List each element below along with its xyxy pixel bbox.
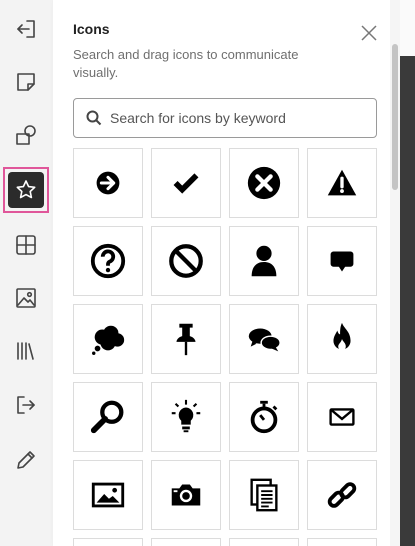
icon-tile-speech-bubble[interactable]: [307, 226, 377, 296]
canvas-edge-top: [400, 0, 415, 56]
icons-button-inner: [8, 172, 44, 208]
magnifier-icon: [90, 400, 124, 434]
checkmark-icon: [173, 173, 199, 194]
icons-button[interactable]: [3, 167, 49, 213]
icon-grid: [73, 148, 379, 546]
shapes-icon: [16, 125, 36, 145]
import-button[interactable]: [3, 382, 49, 428]
library-icon: [17, 342, 34, 360]
exit-button[interactable]: [3, 6, 49, 52]
image-button[interactable]: [3, 275, 49, 321]
icon-tile-documents[interactable]: [229, 460, 299, 530]
layout-grid-icon: [16, 235, 36, 255]
sticky-note-icon: [17, 73, 35, 91]
canvas-edge: [400, 56, 415, 546]
icon-tile-arrow-right[interactable]: [73, 148, 143, 218]
thought-cloud-icon: [92, 325, 125, 355]
shapes-button[interactable]: [3, 112, 49, 158]
pushpin-icon: [176, 323, 196, 356]
search-input[interactable]: [110, 110, 360, 126]
pencil-button[interactable]: [3, 437, 49, 483]
close-circle-icon: [247, 166, 281, 200]
sticky-note-button[interactable]: [3, 59, 49, 105]
envelope-icon: [329, 408, 355, 426]
panel-subtitle: Search and drag icons to communicate vis…: [73, 47, 299, 80]
documents-icon: [250, 478, 278, 512]
icon-tile-picture[interactable]: [73, 460, 143, 530]
exit-icon: [17, 20, 35, 38]
question-circle-icon: [90, 243, 126, 279]
chat-bubbles-icon: [248, 328, 281, 352]
icon-tile-warning[interactable]: [307, 148, 377, 218]
speech-bubble-icon: [330, 251, 354, 272]
star-icon: [16, 180, 36, 199]
scrollbar-thumb[interactable]: [392, 44, 398, 190]
picture-icon: [91, 482, 125, 508]
icons-panel: Icons Search and drag icons to communica…: [53, 0, 390, 546]
icon-tile-lightbulb[interactable]: [151, 382, 221, 452]
search-box[interactable]: [73, 98, 377, 138]
no-entry-icon: [169, 244, 203, 278]
user-icon: [251, 245, 277, 277]
icon-tile-fire[interactable]: [307, 304, 377, 374]
icon-tile-partial[interactable]: [307, 538, 377, 546]
close-icon: [361, 25, 377, 41]
close-button[interactable]: [359, 23, 379, 43]
link-icon: [327, 482, 357, 508]
icon-tile-magnifier[interactable]: [73, 382, 143, 452]
panel-title: Icons: [73, 21, 110, 37]
icon-tile-envelope[interactable]: [307, 382, 377, 452]
arrow-right-circle-icon: [96, 171, 120, 195]
icon-tile-stopwatch[interactable]: [229, 382, 299, 452]
icon-tile-close-circle[interactable]: [229, 148, 299, 218]
camera-icon: [171, 484, 201, 506]
icon-tile-partial[interactable]: [229, 538, 299, 546]
icon-tile-chat-bubbles[interactable]: [229, 304, 299, 374]
warning-icon: [327, 169, 357, 196]
stopwatch-icon: [250, 400, 278, 434]
icon-tile-link[interactable]: [307, 460, 377, 530]
side-toolbar: [0, 0, 53, 546]
icon-tile-partial[interactable]: [151, 538, 221, 546]
lightbulb-icon: [171, 399, 201, 433]
icon-tile-question[interactable]: [73, 226, 143, 296]
library-button[interactable]: [3, 328, 49, 374]
search-icon: [86, 110, 102, 126]
layout-button[interactable]: [3, 222, 49, 268]
icon-tile-camera[interactable]: [151, 460, 221, 530]
icon-tile-no-entry[interactable]: [151, 226, 221, 296]
fire-icon: [333, 322, 351, 351]
pencil-icon: [17, 451, 35, 469]
icon-tile-thought-cloud[interactable]: [73, 304, 143, 374]
icon-tile-pushpin[interactable]: [151, 304, 221, 374]
icon-tile-checkmark[interactable]: [151, 148, 221, 218]
image-icon: [16, 288, 36, 308]
app: Icons Search and drag icons to communica…: [0, 0, 415, 546]
icon-tile-partial[interactable]: [73, 538, 143, 546]
import-icon: [17, 396, 35, 414]
icon-tile-user[interactable]: [229, 226, 299, 296]
